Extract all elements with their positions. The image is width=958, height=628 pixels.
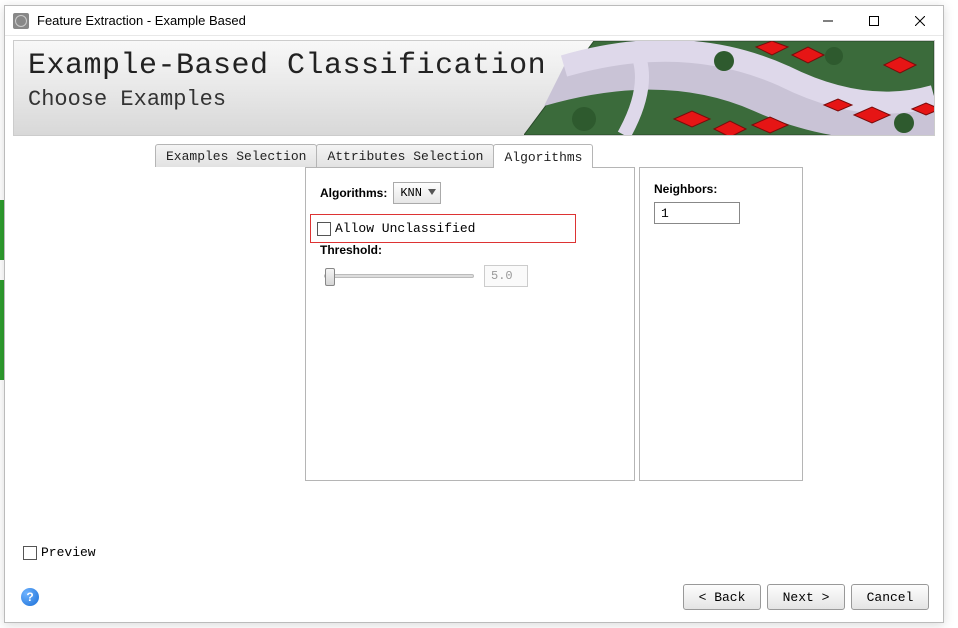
algorithms-select[interactable]: KNN xyxy=(393,182,441,204)
minimize-icon xyxy=(823,16,833,26)
banner-title: Example-Based Classification xyxy=(28,49,546,83)
banner-subtitle: Choose Examples xyxy=(28,87,546,112)
allow-unclassified-checkbox[interactable] xyxy=(317,222,331,236)
allow-unclassified-label: Allow Unclassified xyxy=(335,221,475,236)
neighbors-label: Neighbors: xyxy=(654,182,788,196)
next-button[interactable]: Next > xyxy=(767,584,845,610)
threshold-value-display: 5.0 xyxy=(484,265,528,287)
tab-algorithms[interactable]: Algorithms xyxy=(493,144,593,168)
close-icon xyxy=(915,16,925,26)
tab-strip: Examples Selection Attributes Selection … xyxy=(155,144,873,481)
preview-label: Preview xyxy=(41,545,96,560)
minimize-button[interactable] xyxy=(805,6,851,36)
threshold-label: Threshold: xyxy=(320,243,620,257)
preview-checkbox[interactable] xyxy=(23,546,37,560)
app-icon xyxy=(13,13,29,29)
tab-examples-selection[interactable]: Examples Selection xyxy=(155,144,317,167)
window-title: Feature Extraction - Example Based xyxy=(37,13,805,28)
algorithms-label: Algorithms: xyxy=(320,186,387,200)
banner-illustration xyxy=(524,41,934,135)
maximize-button[interactable] xyxy=(851,6,897,36)
algorithms-select-value: KNN xyxy=(400,186,422,200)
highlight-box: Allow Unclassified xyxy=(310,214,576,243)
neighbors-input[interactable] xyxy=(654,202,740,224)
algorithms-panel: Algorithms: KNN Allow Unclassified Thres… xyxy=(305,167,635,481)
title-bar: Feature Extraction - Example Based xyxy=(5,6,943,36)
window-controls xyxy=(805,6,943,35)
tab-attributes-selection[interactable]: Attributes Selection xyxy=(316,144,494,167)
neighbors-panel: Neighbors: xyxy=(639,167,803,481)
dialog-window: Feature Extraction - Example Based Examp… xyxy=(4,5,944,623)
dialog-footer: Preview ? < Back Next > Cancel xyxy=(5,545,943,622)
help-icon[interactable]: ? xyxy=(21,588,39,606)
close-button[interactable] xyxy=(897,6,943,36)
threshold-slider-thumb[interactable] xyxy=(325,268,335,286)
chevron-down-icon xyxy=(428,188,436,199)
maximize-icon xyxy=(869,16,879,26)
threshold-slider[interactable] xyxy=(324,274,474,278)
cancel-button[interactable]: Cancel xyxy=(851,584,929,610)
back-button[interactable]: < Back xyxy=(683,584,761,610)
header-banner: Example-Based Classification Choose Exam… xyxy=(13,40,935,136)
